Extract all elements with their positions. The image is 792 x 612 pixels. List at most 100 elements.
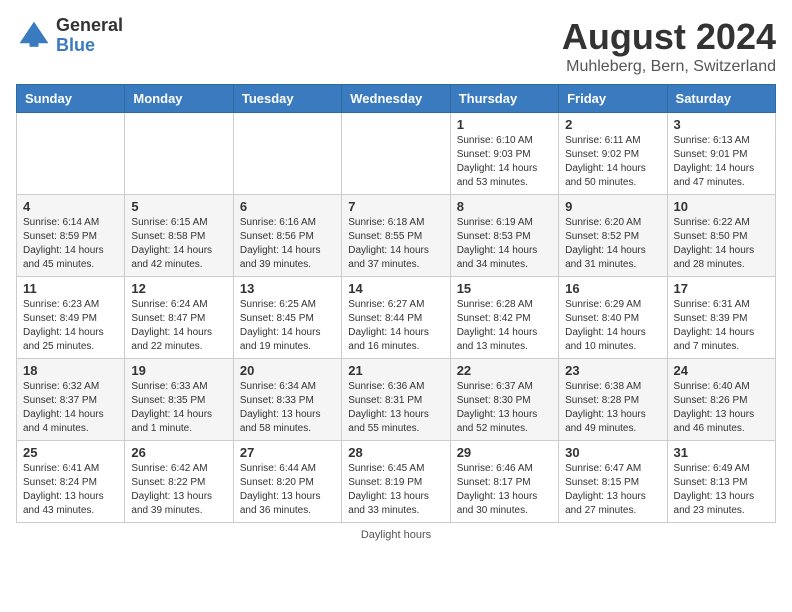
- day-number-26: 26: [131, 445, 226, 460]
- day-number-2: 2: [565, 117, 660, 132]
- logo-icon: [16, 18, 52, 54]
- calendar-cell-w1-d0: [17, 113, 125, 195]
- calendar-cell-w1-d3: [342, 113, 450, 195]
- day-number-24: 24: [674, 363, 769, 378]
- footer-note: Daylight hours: [16, 529, 776, 541]
- day-number-18: 18: [23, 363, 118, 378]
- day-number-16: 16: [565, 281, 660, 296]
- day-info-26: Sunrise: 6:42 AM Sunset: 8:22 PM Dayligh…: [131, 462, 226, 518]
- calendar-cell-w2-d2: 6 Sunrise: 6:16 AM Sunset: 8:56 PM Daylig…: [233, 195, 341, 277]
- calendar-cell-w3-d2: 13 Sunrise: 6:25 AM Sunset: 8:45 PM Dayli…: [233, 277, 341, 359]
- week-row-5: 25 Sunrise: 6:41 AM Sunset: 8:24 PM Dayli…: [17, 441, 776, 523]
- calendar-cell-w5-d4: 29 Sunrise: 6:46 AM Sunset: 8:17 PM Dayli…: [450, 441, 558, 523]
- day-info-2: Sunrise: 6:11 AM Sunset: 9:02 PM Dayligh…: [565, 134, 660, 190]
- day-info-7: Sunrise: 6:18 AM Sunset: 8:55 PM Dayligh…: [348, 216, 443, 272]
- day-number-12: 12: [131, 281, 226, 296]
- calendar-cell-w2-d0: 4 Sunrise: 6:14 AM Sunset: 8:59 PM Daylig…: [17, 195, 125, 277]
- header: General Blue August 2024 Muhleberg, Bern…: [16, 16, 776, 76]
- calendar-header-row: Sunday Monday Tuesday Wednesday Thursday…: [17, 85, 776, 113]
- day-number-6: 6: [240, 199, 335, 214]
- week-row-3: 11 Sunrise: 6:23 AM Sunset: 8:49 PM Dayli…: [17, 277, 776, 359]
- day-info-17: Sunrise: 6:31 AM Sunset: 8:39 PM Dayligh…: [674, 298, 769, 354]
- day-info-15: Sunrise: 6:28 AM Sunset: 8:42 PM Dayligh…: [457, 298, 552, 354]
- calendar-cell-w5-d6: 31 Sunrise: 6:49 AM Sunset: 8:13 PM Dayli…: [667, 441, 775, 523]
- calendar-cell-w4-d5: 23 Sunrise: 6:38 AM Sunset: 8:28 PM Dayli…: [559, 359, 667, 441]
- day-info-25: Sunrise: 6:41 AM Sunset: 8:24 PM Dayligh…: [23, 462, 118, 518]
- logo-text: General Blue: [56, 16, 123, 56]
- calendar-table: Sunday Monday Tuesday Wednesday Thursday…: [16, 84, 776, 523]
- day-number-3: 3: [674, 117, 769, 132]
- calendar-cell-w3-d5: 16Sunrise: 6:29 AM Sunset: 8:40 PM Dayli…: [559, 277, 667, 359]
- month-title: August 2024: [562, 16, 776, 58]
- day-info-13: Sunrise: 6:25 AM Sunset: 8:45 PM Dayligh…: [240, 298, 335, 354]
- calendar-cell-w1-d4: 1Sunrise: 6:10 AM Sunset: 9:03 PM Daylig…: [450, 113, 558, 195]
- calendar-cell-w5-d0: 25 Sunrise: 6:41 AM Sunset: 8:24 PM Dayli…: [17, 441, 125, 523]
- calendar-cell-w2-d6: 10 Sunrise: 6:22 AM Sunset: 8:50 PM Dayli…: [667, 195, 775, 277]
- day-number-1: 1: [457, 117, 552, 132]
- calendar-cell-w4-d3: 21 Sunrise: 6:36 AM Sunset: 8:31 PM Dayli…: [342, 359, 450, 441]
- calendar-cell-w4-d2: 20Sunrise: 6:34 AM Sunset: 8:33 PM Dayli…: [233, 359, 341, 441]
- calendar-cell-w2-d1: 5Sunrise: 6:15 AM Sunset: 8:58 PM Daylig…: [125, 195, 233, 277]
- day-info-5: Sunrise: 6:15 AM Sunset: 8:58 PM Dayligh…: [131, 216, 226, 272]
- day-info-4: Sunrise: 6:14 AM Sunset: 8:59 PM Dayligh…: [23, 216, 118, 272]
- day-number-25: 25: [23, 445, 118, 460]
- week-row-4: 18 Sunrise: 6:32 AM Sunset: 8:37 PM Dayli…: [17, 359, 776, 441]
- col-friday: Friday: [559, 85, 667, 113]
- day-number-20: 20: [240, 363, 335, 378]
- week-row-2: 4 Sunrise: 6:14 AM Sunset: 8:59 PM Daylig…: [17, 195, 776, 277]
- calendar-cell-w4-d0: 18 Sunrise: 6:32 AM Sunset: 8:37 PM Dayli…: [17, 359, 125, 441]
- calendar-cell-w5-d5: 30 Sunrise: 6:47 AM Sunset: 8:15 PM Dayli…: [559, 441, 667, 523]
- calendar-cell-w2-d5: 9Sunrise: 6:20 AM Sunset: 8:52 PM Daylig…: [559, 195, 667, 277]
- day-info-28: Sunrise: 6:45 AM Sunset: 8:19 PM Dayligh…: [348, 462, 443, 518]
- day-number-4: 4: [23, 199, 118, 214]
- day-info-8: Sunrise: 6:19 AM Sunset: 8:53 PM Dayligh…: [457, 216, 552, 272]
- day-info-10: Sunrise: 6:22 AM Sunset: 8:50 PM Dayligh…: [674, 216, 769, 272]
- day-info-24: Sunrise: 6:40 AM Sunset: 8:26 PM Dayligh…: [674, 380, 769, 436]
- day-number-31: 31: [674, 445, 769, 460]
- day-info-18: Sunrise: 6:32 AM Sunset: 8:37 PM Dayligh…: [23, 380, 118, 436]
- calendar-cell-w3-d0: 11 Sunrise: 6:23 AM Sunset: 8:49 PM Dayli…: [17, 277, 125, 359]
- day-number-8: 8: [457, 199, 552, 214]
- location-title: Muhleberg, Bern, Switzerland: [562, 58, 776, 76]
- day-info-12: Sunrise: 6:24 AM Sunset: 8:47 PM Dayligh…: [131, 298, 226, 354]
- day-number-21: 21: [348, 363, 443, 378]
- day-info-3: Sunrise: 6:13 AM Sunset: 9:01 PM Dayligh…: [674, 134, 769, 190]
- day-info-14: Sunrise: 6:27 AM Sunset: 8:44 PM Dayligh…: [348, 298, 443, 354]
- calendar-cell-w5-d3: 28 Sunrise: 6:45 AM Sunset: 8:19 PM Dayli…: [342, 441, 450, 523]
- day-number-17: 17: [674, 281, 769, 296]
- calendar-cell-w3-d3: 14 Sunrise: 6:27 AM Sunset: 8:44 PM Dayli…: [342, 277, 450, 359]
- day-number-11: 11: [23, 281, 118, 296]
- day-info-11: Sunrise: 6:23 AM Sunset: 8:49 PM Dayligh…: [23, 298, 118, 354]
- calendar-cell-w5-d2: 27Sunrise: 6:44 AM Sunset: 8:20 PM Dayli…: [233, 441, 341, 523]
- day-number-14: 14: [348, 281, 443, 296]
- day-number-29: 29: [457, 445, 552, 460]
- col-tuesday: Tuesday: [233, 85, 341, 113]
- day-info-30: Sunrise: 6:47 AM Sunset: 8:15 PM Dayligh…: [565, 462, 660, 518]
- day-number-27: 27: [240, 445, 335, 460]
- calendar-cell-w1-d6: 3 Sunrise: 6:13 AM Sunset: 9:01 PM Daylig…: [667, 113, 775, 195]
- logo: General Blue: [16, 16, 123, 56]
- day-info-6: Sunrise: 6:16 AM Sunset: 8:56 PM Dayligh…: [240, 216, 335, 272]
- logo-general-text: General: [56, 16, 123, 36]
- col-wednesday: Wednesday: [342, 85, 450, 113]
- day-info-19: Sunrise: 6:33 AM Sunset: 8:35 PM Dayligh…: [131, 380, 226, 436]
- day-info-21: Sunrise: 6:36 AM Sunset: 8:31 PM Dayligh…: [348, 380, 443, 436]
- day-number-10: 10: [674, 199, 769, 214]
- calendar-cell-w5-d1: 26 Sunrise: 6:42 AM Sunset: 8:22 PM Dayli…: [125, 441, 233, 523]
- day-number-30: 30: [565, 445, 660, 460]
- calendar-cell-w1-d5: 2 Sunrise: 6:11 AM Sunset: 9:02 PM Daylig…: [559, 113, 667, 195]
- col-sunday: Sunday: [17, 85, 125, 113]
- calendar-cell-w3-d6: 17 Sunrise: 6:31 AM Sunset: 8:39 PM Dayli…: [667, 277, 775, 359]
- day-info-29: Sunrise: 6:46 AM Sunset: 8:17 PM Dayligh…: [457, 462, 552, 518]
- calendar-cell-w2-d3: 7Sunrise: 6:18 AM Sunset: 8:55 PM Daylig…: [342, 195, 450, 277]
- day-number-13: 13: [240, 281, 335, 296]
- day-info-23: Sunrise: 6:38 AM Sunset: 8:28 PM Dayligh…: [565, 380, 660, 436]
- logo-blue-text: Blue: [56, 36, 123, 56]
- day-number-28: 28: [348, 445, 443, 460]
- title-area: August 2024 Muhleberg, Bern, Switzerland: [562, 16, 776, 76]
- day-number-15: 15: [457, 281, 552, 296]
- calendar-cell-w4-d4: 22Sunrise: 6:37 AM Sunset: 8:30 PM Dayli…: [450, 359, 558, 441]
- day-info-31: Sunrise: 6:49 AM Sunset: 8:13 PM Dayligh…: [674, 462, 769, 518]
- day-number-23: 23: [565, 363, 660, 378]
- calendar-cell-w3-d1: 12 Sunrise: 6:24 AM Sunset: 8:47 PM Dayli…: [125, 277, 233, 359]
